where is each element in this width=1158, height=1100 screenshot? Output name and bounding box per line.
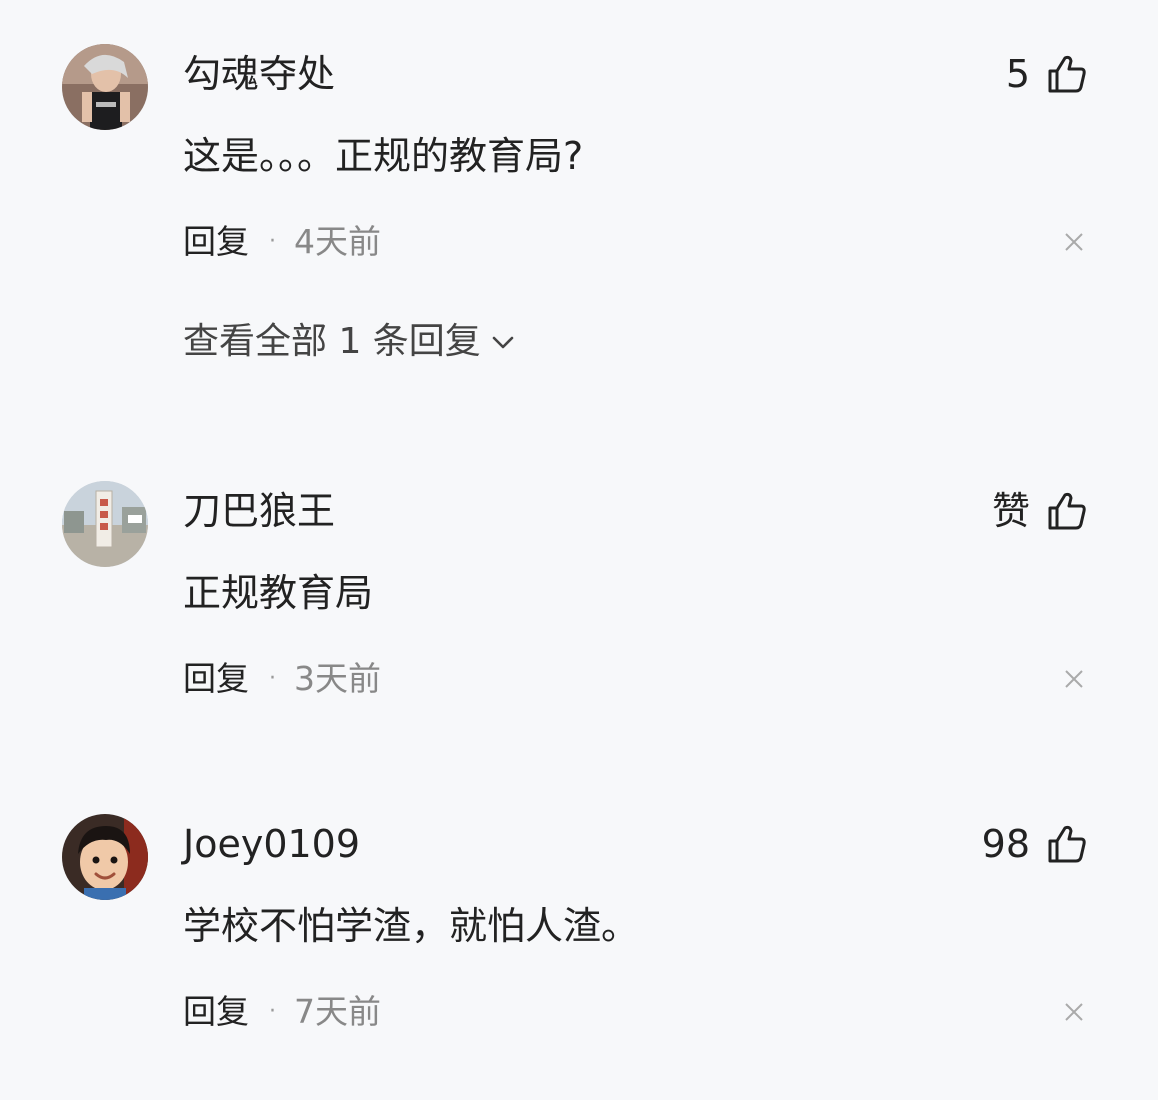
comment-meta: 回复 · 7天前 (183, 992, 381, 1032)
avatar[interactable] (62, 44, 148, 130)
separator-dot: · (269, 229, 276, 254)
comment-meta: 回复 · 4天前 (183, 222, 381, 262)
view-all-replies-button[interactable]: 查看全部 1 条回复 (183, 320, 517, 364)
comment-item: 勾魂夺处 5 这是。。。正规的教育局? 回复 · 4天前 查看全部 1 条回复 (0, 0, 1158, 362)
like-count: 赞 (991, 489, 1030, 533)
avatar[interactable] (62, 814, 148, 900)
avatar-child-photo-icon (62, 814, 148, 900)
avatar-monument-photo-icon (62, 481, 148, 567)
comment-text: 正规教育局 (183, 571, 374, 615)
username[interactable]: 刀巴狼王 (183, 489, 335, 533)
like-button[interactable]: 5 (1006, 52, 1088, 96)
like-button[interactable]: 98 (982, 822, 1088, 866)
username[interactable]: 勾魂夺处 (183, 52, 335, 96)
comment-text: 这是。。。正规的教育局? (183, 134, 584, 178)
view-replies-label: 查看全部 1 条回复 (183, 321, 481, 362)
chevron-down-icon (492, 336, 514, 349)
comment-text: 学校不怕学渣，就怕人渣。 (183, 904, 640, 948)
avatar[interactable] (62, 481, 148, 567)
reply-button[interactable]: 回复 (183, 992, 249, 1032)
timestamp: 3天前 (294, 659, 381, 698)
like-count: 5 (1005, 52, 1030, 96)
like-count: 98 (981, 822, 1030, 866)
timestamp: 7天前 (294, 992, 381, 1031)
separator-dot: · (269, 666, 276, 691)
thumbs-up-icon[interactable] (1046, 490, 1088, 532)
separator-dot: · (269, 999, 276, 1024)
avatar-woman-photo-icon (62, 44, 148, 130)
reply-button[interactable]: 回复 (183, 222, 249, 262)
comment-meta: 回复 · 3天前 (183, 659, 381, 699)
comment-item: Joey0109 98 学校不怕学渣，就怕人渣。 回复 · 7天前 (0, 770, 1158, 1100)
close-icon[interactable] (1064, 1002, 1084, 1022)
close-icon[interactable] (1064, 669, 1084, 689)
like-button[interactable]: 赞 (992, 489, 1088, 533)
close-icon[interactable] (1064, 232, 1084, 252)
comment-item: 刀巴狼王 赞 正规教育局 回复 · 3天前 (0, 437, 1158, 767)
timestamp: 4天前 (294, 222, 381, 261)
thumbs-up-icon[interactable] (1046, 823, 1088, 865)
thumbs-up-icon[interactable] (1046, 53, 1088, 95)
reply-button[interactable]: 回复 (183, 659, 249, 699)
username[interactable]: Joey0109 (183, 822, 360, 866)
